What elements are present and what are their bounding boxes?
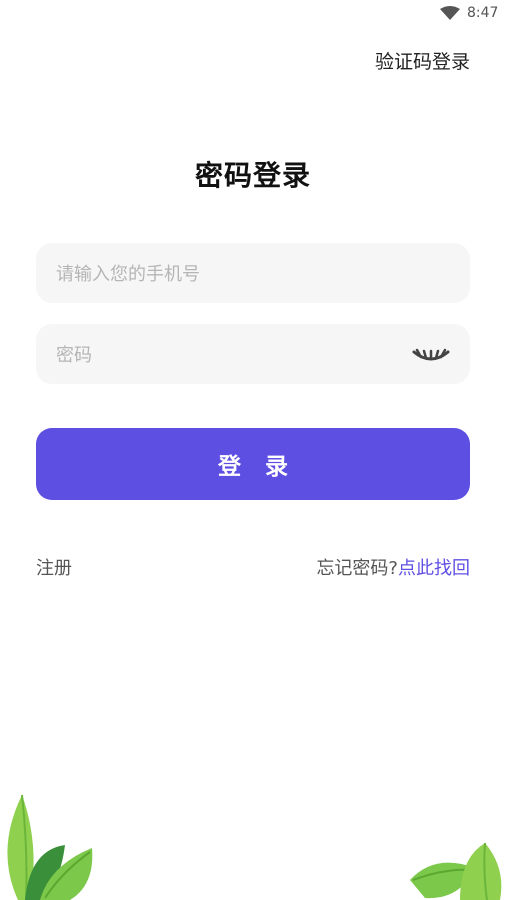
page-title: 密码登录: [194, 159, 311, 192]
wifi-icon: [440, 6, 460, 20]
register-link[interactable]: 注册: [36, 554, 72, 580]
login-button[interactable]: 登 录: [36, 428, 470, 500]
password-field-container: [36, 324, 470, 386]
recover-password-link[interactable]: 点此找回: [398, 558, 470, 579]
phone-field-container: [36, 243, 470, 305]
forgot-password-row: 忘记密码?点此找回: [316, 554, 470, 580]
leaf-decoration-right: [410, 842, 502, 900]
status-bar: 8:47: [0, 0, 506, 26]
leaf-decoration-left: [7, 794, 93, 900]
eye-closed-icon[interactable]: [412, 342, 450, 366]
forgot-password-text: 忘记密码?: [316, 558, 398, 579]
password-input[interactable]: [54, 324, 398, 386]
phone-input[interactable]: [54, 243, 398, 305]
status-time: 8:47: [467, 5, 499, 21]
sms-login-link[interactable]: 验证码登录: [375, 47, 470, 74]
